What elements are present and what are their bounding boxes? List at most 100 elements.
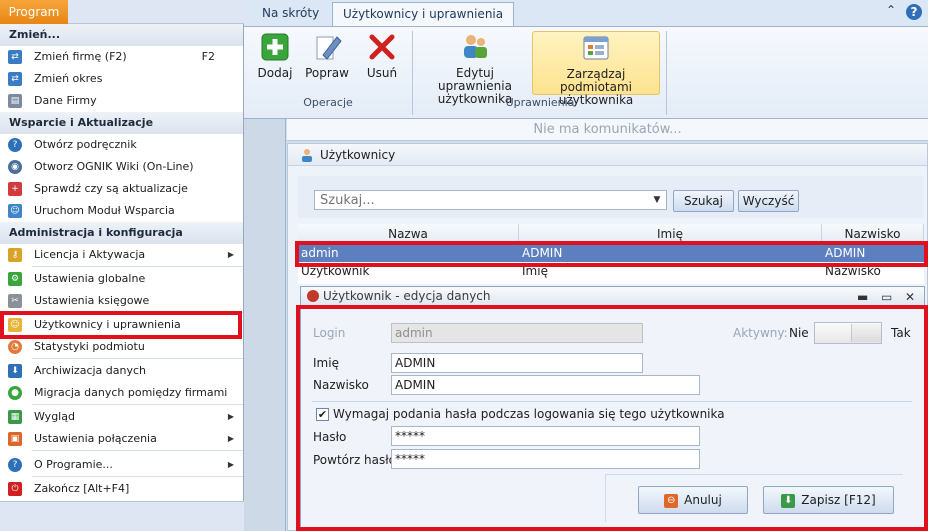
menu-item-migracja[interactable]: ● Migracja danych pomiędzy firmami — [0, 382, 243, 404]
clear-button[interactable]: Wyczyść — [738, 190, 799, 212]
menu-item-o-programie[interactable]: ? O Programie... ▶ — [0, 454, 243, 476]
ribbon-separator — [666, 31, 667, 115]
search-input[interactable] — [314, 190, 667, 210]
users-grid: Nazwa Imię Nazwisko admin ADMIN ADMIN Uż… — [298, 224, 924, 284]
update-icon: + — [8, 182, 22, 196]
menu-item-archiwizacja[interactable]: ⬇ Archiwizacja danych — [0, 360, 243, 382]
first-name-field[interactable]: ADMIN — [391, 353, 643, 373]
column-header-nazwa[interactable]: Nazwa — [298, 224, 519, 244]
switch-period-icon: ⇄ — [8, 72, 22, 86]
support-icon: ☺ — [8, 204, 22, 218]
program-menu: Program Zmień... ⇄ Zmień firmę (F2) F2 ⇄… — [0, 0, 244, 531]
menu-item-podrecznik[interactable]: ? Otwórz podręcznik — [0, 134, 243, 156]
license-key-icon: ⚷ — [8, 248, 22, 262]
cell-imie: Imię — [522, 264, 548, 278]
menu-item-dane-firmy[interactable]: ▤ Dane Firmy — [0, 90, 243, 112]
cancel-button[interactable]: ⊖ Anuluj — [638, 486, 748, 514]
menu-item-label: Ustawienia globalne — [34, 272, 146, 285]
menu-item-label: Statystyki podmiotu — [34, 340, 145, 353]
edit-pencil-icon — [316, 36, 342, 60]
menu-item-licencja[interactable]: ⚷ Licencja i Aktywacja ▶ — [0, 244, 243, 266]
active-toggle[interactable] — [814, 322, 882, 344]
add-button[interactable]: Dodaj — [256, 31, 294, 80]
maximize-icon[interactable]: ▭ — [881, 288, 892, 306]
submenu-arrow-icon: ▶ — [227, 412, 234, 421]
menu-item-label: Uruchom Moduł Wsparcia — [34, 204, 175, 217]
edit-button-label: Popraw — [305, 66, 349, 80]
help-icon[interactable]: ? — [906, 4, 922, 20]
menu-item-label: Licencja i Aktywacja — [34, 248, 146, 261]
program-button[interactable]: Program — [0, 0, 68, 24]
repeat-password-field[interactable]: ***** — [391, 449, 700, 469]
menu-header-administracja: Administracja i konfiguracja — [0, 222, 243, 244]
collapse-ribbon-icon[interactable]: ⌃ — [886, 3, 896, 17]
cancel-icon: ⊖ — [664, 493, 679, 508]
delete-button[interactable]: Usuń — [362, 31, 402, 80]
cell-nazwa: Użytkownik — [301, 264, 370, 278]
add-button-label: Dodaj — [257, 66, 293, 80]
panel-title: Użytkownicy — [288, 144, 927, 166]
require-password-checkbox[interactable]: ✔ — [316, 408, 329, 421]
password-field[interactable]: ***** — [391, 426, 700, 446]
last-name-field[interactable]: ADMIN — [391, 375, 700, 395]
users-permissions-icon — [464, 35, 487, 58]
user-icon — [302, 149, 312, 162]
panel-title-text: Użytkownicy — [320, 148, 396, 162]
require-password-label[interactable]: Wymagaj podania hasła podczas logowania … — [333, 407, 725, 421]
column-header-imie[interactable]: Imię — [519, 224, 822, 244]
delete-x-icon — [369, 34, 395, 60]
login-field: admin — [391, 323, 643, 343]
menu-item-aktualizacje[interactable]: + Sprawdź czy są aktualizacje — [0, 178, 243, 200]
close-icon[interactable]: ✕ — [905, 288, 915, 306]
minimize-icon[interactable]: ▬ — [857, 288, 868, 306]
search-dropdown-icon[interactable]: ▼ — [648, 191, 666, 209]
save-button[interactable]: ⬇ Zapisz [F12] — [763, 486, 894, 514]
column-header-nazwisko[interactable]: Nazwisko — [822, 224, 924, 244]
menu-separator — [32, 266, 243, 267]
menu-item-ustawienia-globalne[interactable]: ⚙ Ustawienia globalne — [0, 268, 243, 290]
menu-item-wiki[interactable]: ◉ Otworz OGNIK Wiki (On-Line) — [0, 156, 243, 178]
login-label: Login — [313, 326, 346, 340]
menu-separator — [32, 312, 243, 313]
menu-header-zmien: Zmień... — [0, 24, 243, 46]
tab-na-skroty[interactable]: Na skróty — [252, 2, 329, 26]
menu-item-zmien-okres[interactable]: ⇄ Zmień okres — [0, 68, 243, 90]
manage-entities-button[interactable]: Zarządzaj podmiotami użytkownika — [532, 31, 660, 107]
submenu-arrow-icon: ▶ — [227, 434, 234, 443]
connection-settings-icon: ▣ — [8, 432, 22, 446]
menu-item-zakoncz[interactable]: ⏻ Zakończ [Alt+F4] — [0, 478, 243, 500]
menu-item-label: Zmień okres — [34, 72, 103, 85]
table-row[interactable]: admin ADMIN ADMIN — [298, 244, 924, 262]
menu-item-label: Archiwizacja danych — [34, 364, 147, 377]
menu-item-modul-wsparcia[interactable]: ☺ Uruchom Moduł Wsparcia — [0, 200, 243, 222]
menu-item-ustawienia-ksiegowe[interactable]: ✂ Ustawienia księgowe — [0, 290, 243, 312]
table-row[interactable]: Użytkownik Imię Nazwisko — [298, 262, 924, 280]
menu-item-statystyki[interactable]: ◔ Statystyki podmiotu — [0, 336, 243, 358]
search-button[interactable]: Szukaj — [673, 190, 734, 212]
edit-button[interactable]: Popraw — [304, 31, 350, 80]
dialog-title-bar: Użytkownik - edycja danych ▬ ▭ ✕ — [301, 287, 924, 305]
edit-permissions-button[interactable]: Edytuj uprawnienia użytkownika — [420, 31, 530, 106]
cell-nazwisko: Nazwisko — [825, 264, 881, 278]
menu-separator — [32, 404, 243, 405]
toggle-knob[interactable] — [851, 324, 881, 342]
menu-item-uzytkownicy-i-uprawnienia[interactable]: ☺ Użytkownicy i uprawnienia — [0, 314, 243, 336]
ribbon-body: Dodaj Popraw Usuń Operacje Edytuj uprawn… — [244, 26, 928, 118]
manage-entities-icon — [583, 36, 609, 60]
archive-icon: ⬇ — [8, 364, 22, 378]
active-no-label: Nie — [789, 326, 809, 340]
menu-item-zmien-firme[interactable]: ⇄ Zmień firmę (F2) F2 — [0, 46, 243, 68]
ribbon-separator — [412, 31, 413, 115]
menu-item-label: Otworz OGNIK Wiki (On-Line) — [34, 160, 194, 173]
submenu-arrow-icon: ▶ — [227, 460, 234, 469]
menu-item-ustawienia-polaczenia[interactable]: ▣ Ustawienia połączenia ▶ — [0, 428, 243, 450]
menu-item-label: Ustawienia połączenia — [34, 432, 157, 445]
submenu-arrow-icon: ▶ — [227, 250, 234, 259]
menu-item-label: O Programie... — [34, 458, 113, 471]
menu-item-wyglad[interactable]: ▦ Wygląd ▶ — [0, 406, 243, 428]
active-yes-label: Tak — [891, 326, 911, 340]
tab-uzytkownicy-i-uprawnienia[interactable]: Użytkownicy i uprawnienia — [332, 2, 515, 26]
menu-item-label: Użytkownicy i uprawnienia — [34, 318, 181, 331]
menu-item-label: Otwórz podręcznik — [34, 138, 137, 151]
global-settings-icon: ⚙ — [8, 272, 22, 286]
